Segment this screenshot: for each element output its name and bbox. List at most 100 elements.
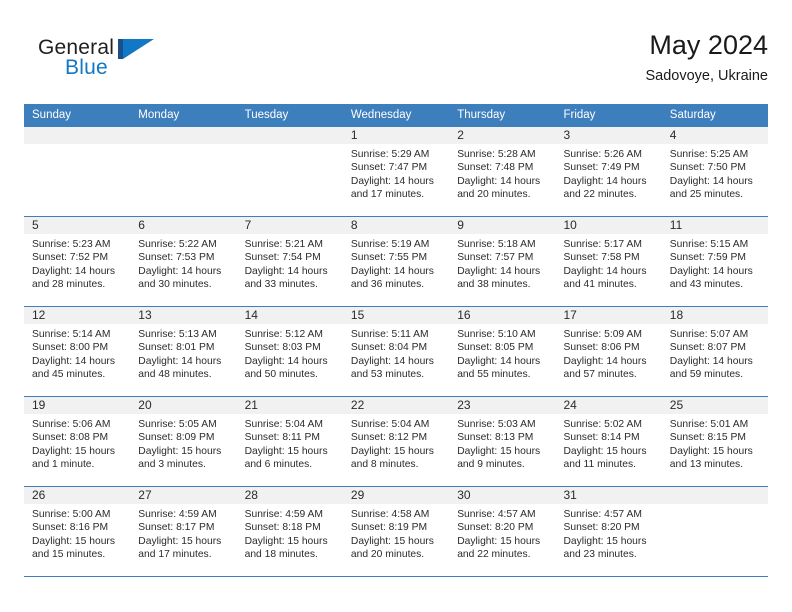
sunrise-text: Sunrise: 5:02 AM xyxy=(563,419,642,430)
daylight-text-line1: Daylight: 14 hours xyxy=(457,265,541,277)
day-number: 4 xyxy=(661,127,768,144)
weekday-header-monday: Monday xyxy=(130,104,237,127)
day-cell[interactable]: 28 Sunrise: 4:59 AM Sunset: 8:18 PM Dayligh… xyxy=(236,486,343,577)
daylight-text-line1: Daylight: 15 hours xyxy=(138,445,222,457)
calendar-table: Sunday Monday Tuesday Wednesday Thursday… xyxy=(24,104,768,577)
sunrise-text: Sunrise: 5:28 AM xyxy=(457,149,536,160)
day-number: 5 xyxy=(24,217,131,234)
day-cell[interactable] xyxy=(236,126,343,217)
sunset-text: Sunset: 8:13 PM xyxy=(457,432,534,444)
sunrise-text: Sunrise: 5:13 AM xyxy=(138,329,217,340)
day-cell[interactable]: 20 Sunrise: 5:05 AM Sunset: 8:09 PM Dayligh… xyxy=(130,396,237,487)
weekday-header-row: Sunday Monday Tuesday Wednesday Thursday… xyxy=(24,104,768,127)
day-cell[interactable]: 29 Sunrise: 4:58 AM Sunset: 8:19 PM Dayligh… xyxy=(342,486,450,577)
day-cell[interactable]: 22 Sunrise: 5:04 AM Sunset: 8:12 PM Dayligh… xyxy=(342,396,450,487)
daylight-text-line1: Daylight: 14 hours xyxy=(32,355,115,367)
day-number xyxy=(130,127,237,144)
sunset-text: Sunset: 7:58 PM xyxy=(563,252,640,264)
day-cell[interactable]: 27 Sunrise: 4:59 AM Sunset: 8:17 PM Dayligh… xyxy=(130,486,237,577)
daylight-text-line2: and 25 minutes. xyxy=(669,189,744,201)
daylight-text-line2: and 3 minutes. xyxy=(138,459,206,471)
daylight-text-line2: and 59 minutes. xyxy=(669,369,744,381)
sunset-text: Sunset: 8:07 PM xyxy=(669,342,746,354)
day-cell[interactable]: 30 Sunrise: 4:57 AM Sunset: 8:20 PM Dayligh… xyxy=(449,486,556,577)
day-cell[interactable]: 16 Sunrise: 5:10 AM Sunset: 8:05 PM Dayligh… xyxy=(449,306,556,397)
daylight-text-line2: and 50 minutes. xyxy=(244,369,318,381)
sunrise-text: Sunrise: 5:14 AM xyxy=(32,329,111,340)
day-number: 8 xyxy=(342,217,450,234)
day-cell[interactable]: 31 Sunrise: 4:57 AM Sunset: 8:20 PM Dayligh… xyxy=(555,486,662,577)
day-number: 22 xyxy=(342,397,450,414)
day-cell[interactable]: 6 Sunrise: 5:22 AM Sunset: 7:53 PM Daylight… xyxy=(130,216,237,307)
sunrise-text: Sunrise: 5:25 AM xyxy=(669,149,749,160)
day-cell[interactable]: 15 Sunrise: 5:11 AM Sunset: 8:04 PM Dayligh… xyxy=(342,306,450,397)
day-cell[interactable]: 14 Sunrise: 5:12 AM Sunset: 8:03 PM Dayligh… xyxy=(236,306,343,397)
day-cell[interactable]: 18 Sunrise: 5:07 AM Sunset: 8:07 PM Dayligh… xyxy=(661,306,768,397)
sunrise-text: Sunrise: 4:57 AM xyxy=(457,509,536,520)
sunset-text: Sunset: 7:53 PM xyxy=(138,252,215,264)
sunrise-text: Sunrise: 5:12 AM xyxy=(244,329,324,340)
weekday-header-thursday: Thursday xyxy=(449,104,556,127)
daylight-text-line2: and 13 minutes. xyxy=(669,459,744,471)
daylight-text-line2: and 18 minutes. xyxy=(244,549,318,561)
sunrise-text: Sunrise: 5:04 AM xyxy=(350,419,430,430)
day-cell[interactable] xyxy=(130,126,237,217)
day-cell[interactable]: 5 Sunrise: 5:23 AM Sunset: 7:52 PM Daylight… xyxy=(24,216,131,307)
sunrise-text: Sunrise: 5:29 AM xyxy=(350,149,430,160)
day-cell[interactable]: 9 Sunrise: 5:18 AM Sunset: 7:57 PM Daylight… xyxy=(449,216,556,307)
sunrise-text: Sunrise: 4:58 AM xyxy=(350,509,430,520)
daylight-text-line1: Daylight: 14 hours xyxy=(457,355,541,367)
daylight-text-line2: and 45 minutes. xyxy=(32,369,106,381)
page-title: May 2024 xyxy=(649,30,768,60)
sunset-text: Sunset: 7:54 PM xyxy=(244,252,321,264)
sunrise-text: Sunrise: 5:05 AM xyxy=(138,419,217,430)
sunrise-text: Sunrise: 5:00 AM xyxy=(32,509,111,520)
day-cell[interactable] xyxy=(24,126,131,217)
daylight-text-line2: and 41 minutes. xyxy=(563,279,637,291)
day-cell[interactable]: 2 Sunrise: 5:28 AM Sunset: 7:48 PM Daylight… xyxy=(449,126,556,217)
sunrise-text: Sunrise: 5:01 AM xyxy=(669,419,749,430)
day-cell[interactable]: 23 Sunrise: 5:03 AM Sunset: 8:13 PM Dayligh… xyxy=(449,396,556,487)
day-cell[interactable]: 8 Sunrise: 5:19 AM Sunset: 7:55 PM Daylight… xyxy=(342,216,450,307)
day-cell[interactable]: 3 Sunrise: 5:26 AM Sunset: 7:49 PM Daylight… xyxy=(555,126,662,217)
daylight-text-line1: Daylight: 15 hours xyxy=(457,535,541,547)
brand-logo[interactable]: General Blue xyxy=(38,36,178,92)
day-cell[interactable]: 24 Sunrise: 5:02 AM Sunset: 8:14 PM Dayligh… xyxy=(555,396,662,487)
day-cell[interactable]: 7 Sunrise: 5:21 AM Sunset: 7:54 PM Daylight… xyxy=(236,216,343,307)
daylight-text-line1: Daylight: 15 hours xyxy=(32,535,115,547)
day-cell[interactable]: 13 Sunrise: 5:13 AM Sunset: 8:01 PM Dayligh… xyxy=(130,306,237,397)
sunset-text: Sunset: 8:01 PM xyxy=(138,342,215,354)
day-cell[interactable]: 21 Sunrise: 5:04 AM Sunset: 8:11 PM Dayligh… xyxy=(236,396,343,487)
day-number: 16 xyxy=(449,307,556,324)
day-cell[interactable]: 25 Sunrise: 5:01 AM Sunset: 8:15 PM Dayligh… xyxy=(661,396,768,487)
day-number: 12 xyxy=(24,307,131,324)
daylight-text-line1: Daylight: 14 hours xyxy=(669,265,753,277)
day-cell[interactable]: 10 Sunrise: 5:17 AM Sunset: 7:58 PM Dayligh… xyxy=(555,216,662,307)
calendar-week-row: 1 Sunrise: 5:29 AM Sunset: 7:47 PM Daylight… xyxy=(24,126,768,217)
daylight-text-line2: and 11 minutes. xyxy=(563,459,636,471)
daylight-text-line1: Daylight: 15 hours xyxy=(138,535,222,547)
day-cell[interactable]: 26 Sunrise: 5:00 AM Sunset: 8:16 PM Dayligh… xyxy=(24,486,131,577)
day-cell[interactable]: 11 Sunrise: 5:15 AM Sunset: 7:59 PM Dayligh… xyxy=(661,216,768,307)
day-number: 6 xyxy=(130,217,237,234)
sunset-text: Sunset: 7:49 PM xyxy=(563,162,640,174)
day-cell[interactable]: 1 Sunrise: 5:29 AM Sunset: 7:47 PM Daylight… xyxy=(342,126,450,217)
daylight-text-line2: and 1 minute. xyxy=(32,459,95,471)
triangle-logo-icon xyxy=(118,39,154,59)
day-cell[interactable]: 12 Sunrise: 5:14 AM Sunset: 8:00 PM Dayligh… xyxy=(24,306,131,397)
day-cell[interactable]: 19 Sunrise: 5:06 AM Sunset: 8:08 PM Dayligh… xyxy=(24,396,131,487)
sunset-text: Sunset: 7:52 PM xyxy=(32,252,109,264)
daylight-text-line2: and 17 minutes. xyxy=(350,189,425,201)
day-number: 29 xyxy=(342,487,450,504)
sunrise-text: Sunrise: 5:09 AM xyxy=(563,329,642,340)
day-cell[interactable]: 17 Sunrise: 5:09 AM Sunset: 8:06 PM Dayligh… xyxy=(555,306,662,397)
daylight-text-line1: Daylight: 14 hours xyxy=(32,265,115,277)
day-cell[interactable] xyxy=(661,486,768,577)
daylight-text-line1: Daylight: 14 hours xyxy=(350,175,434,187)
day-number: 13 xyxy=(130,307,237,324)
day-number: 31 xyxy=(555,487,662,504)
day-cell[interactable]: 4 Sunrise: 5:25 AM Sunset: 7:50 PM Daylight… xyxy=(661,126,768,217)
daylight-text-line1: Daylight: 15 hours xyxy=(244,535,328,547)
sunrise-text: Sunrise: 5:03 AM xyxy=(457,419,536,430)
day-number: 11 xyxy=(661,217,768,234)
